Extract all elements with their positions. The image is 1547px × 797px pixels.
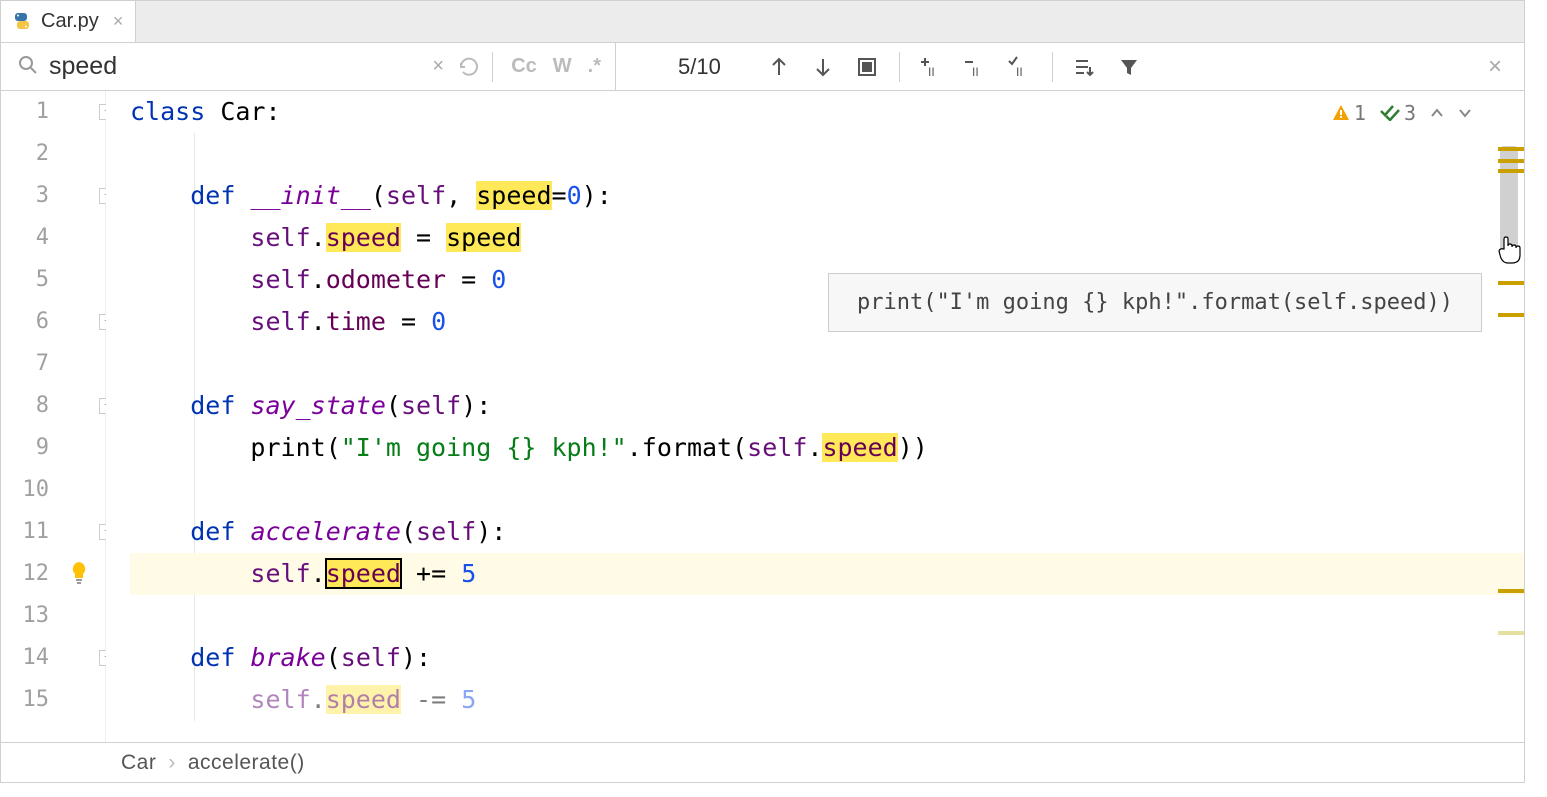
tab-filename: Car.py [41, 10, 99, 33]
marker-tooltip: print("I'm going {} kph!".format(self.sp… [828, 273, 1482, 332]
line-number[interactable]: 8 [1, 385, 49, 427]
svg-text:II: II [928, 65, 935, 78]
line-number[interactable]: 1 [1, 91, 49, 133]
line-number[interactable]: 5 [1, 259, 49, 301]
inspection-widget[interactable]: 1 3 [1326, 99, 1478, 127]
ide-window: Car.py × × Cc W .* [0, 0, 1525, 783]
inspection-down-icon[interactable] [1458, 106, 1472, 120]
next-match-button[interactable] [805, 49, 841, 85]
find-input[interactable] [49, 52, 422, 81]
line-number[interactable]: 4 [1, 217, 49, 259]
inspection-up-icon[interactable] [1430, 106, 1444, 120]
cursor-hand-icon [1496, 235, 1522, 271]
tab-bar: Car.py × [1, 1, 1524, 43]
breadcrumb-separator-icon: › [168, 751, 176, 775]
line-number[interactable]: 2 [1, 133, 49, 175]
line-number[interactable]: 7 [1, 343, 49, 385]
breadcrumb-method[interactable]: accelerate() [188, 751, 305, 775]
line-number[interactable]: 3 [1, 175, 49, 217]
breadcrumb-class[interactable]: Car [121, 751, 156, 775]
python-file-icon [11, 11, 33, 33]
funnel-filter-icon[interactable] [1111, 49, 1147, 85]
line-number[interactable]: 12 [1, 553, 49, 595]
find-input-group: × Cc W .* [1, 43, 616, 90]
remove-selection-button[interactable]: II [958, 49, 994, 85]
line-number[interactable]: 9 [1, 427, 49, 469]
whole-word-toggle[interactable]: W [547, 55, 578, 78]
clear-search-button[interactable]: × [422, 51, 454, 83]
line-number[interactable]: 15 [1, 679, 49, 721]
editor[interactable]: 123456789101112131415−−−−−−≡ 1 3 [1, 91, 1524, 742]
select-all-occurrences-button[interactable]: II [1002, 49, 1038, 85]
add-selection-button[interactable]: II [914, 49, 950, 85]
match-count: 5/10 [628, 54, 761, 80]
code-area[interactable]: 1 3 class Car: def __init__(self, speed=… [130, 91, 1524, 742]
search-history-icon[interactable] [454, 51, 486, 83]
filter-search-icon[interactable] [1067, 49, 1103, 85]
svg-text:II: II [1016, 65, 1023, 78]
line-number[interactable]: 11 [1, 511, 49, 553]
warning-badge[interactable]: 1 [1332, 101, 1366, 125]
regex-toggle[interactable]: .* [582, 55, 607, 78]
find-bar: × Cc W .* 5/10 [1, 43, 1524, 91]
intention-bulb-icon[interactable] [69, 561, 89, 591]
file-tab[interactable]: Car.py × [1, 1, 136, 42]
fold-gutter [106, 91, 130, 742]
line-number[interactable]: 13 [1, 595, 49, 637]
search-icon [17, 54, 39, 79]
svg-text:II: II [972, 65, 979, 78]
previous-match-button[interactable] [761, 49, 797, 85]
line-number[interactable]: 14 [1, 637, 49, 679]
search-options: Cc W .* [499, 55, 607, 78]
gutter: 123456789101112131415−−−−−−≡ [1, 91, 106, 742]
ok-badge[interactable]: 3 [1380, 101, 1416, 125]
overview-ruler[interactable] [1498, 91, 1524, 742]
close-find-bar-button[interactable]: × [1478, 53, 1512, 81]
match-case-toggle[interactable]: Cc [505, 55, 543, 78]
line-number[interactable]: 10 [1, 469, 49, 511]
tab-close-icon[interactable]: × [113, 11, 124, 32]
breadcrumb[interactable]: Car › accelerate() [1, 742, 1524, 782]
find-actions: 5/10 II II II [616, 43, 1524, 90]
line-number[interactable]: 6 [1, 301, 49, 343]
select-all-button[interactable] [849, 49, 885, 85]
